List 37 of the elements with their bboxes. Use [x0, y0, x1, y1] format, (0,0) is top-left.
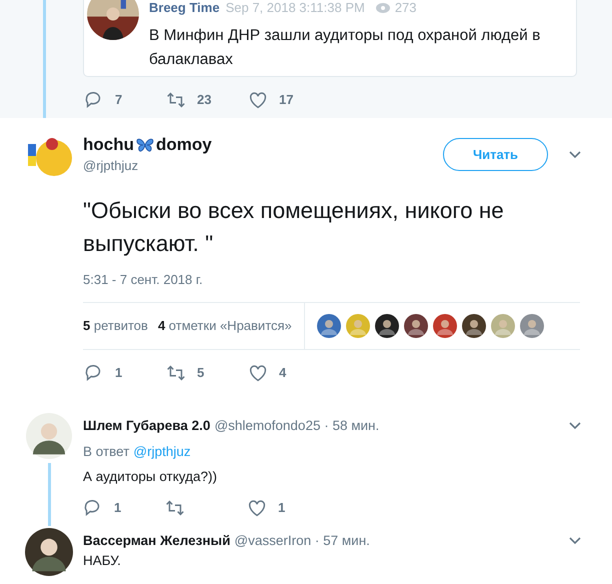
display-name[interactable]: Шлем Губарева 2.0 [83, 416, 210, 436]
reply-text: НАБУ. [83, 552, 122, 570]
reply-text: А аудиторы откуда?)) [83, 468, 218, 486]
likes-stat[interactable]: 4 отметки «Нравится» [158, 316, 292, 336]
retweet-count: 23 [197, 91, 212, 110]
chevron-down-icon[interactable] [568, 421, 582, 432]
chevron-down-icon[interactable] [568, 150, 582, 160]
liker-avatar[interactable] [404, 314, 428, 338]
like-count: 4 [279, 364, 286, 382]
handle-and-time: @shlemofondo25 · 58 мин. [214, 417, 380, 435]
tweet-text: "Обыски во всех помещениях, никого не выпускают. " [83, 197, 505, 258]
reply-count: 1 [114, 498, 122, 517]
retweet-count: 5 [197, 364, 204, 382]
author-name[interactable]: Breeg Time [149, 1, 220, 15]
quoted-tweet-text: В Минфин ДНР зашли аудиторы под охраной людей в балаклавах [149, 26, 542, 70]
user-handle[interactable]: @rjpthjuz [83, 158, 212, 174]
avatar [25, 528, 73, 576]
liker-avatar[interactable] [462, 314, 486, 338]
chevron-down-icon[interactable] [568, 536, 582, 546]
tweet-date: Sep 7, 2018 3:11:38 PM [226, 1, 365, 15]
like-count: 17 [279, 91, 294, 110]
display-name[interactable]: domoy [156, 132, 212, 158]
retweets-stat[interactable]: 5 ретвитов [83, 316, 148, 336]
eye-icon [374, 2, 391, 14]
view-count: 273 [394, 1, 417, 15]
tweet-timestamp[interactable]: 5:31 - 7 сент. 2018 г. [83, 272, 582, 288]
liker-avatar[interactable] [374, 314, 399, 338]
reply-count: 1 [115, 364, 122, 382]
display-name[interactable]: Вассерман Железный [83, 530, 230, 551]
reply-to-label: В ответ [83, 443, 130, 462]
reply-count: 7 [115, 91, 122, 110]
avatar [26, 413, 72, 459]
handle-and-time: @vasserIron · 57 мин. [234, 532, 370, 550]
butterfly-icon [136, 136, 154, 153]
quoted-tweet-card[interactable]: Breeg Time Sep 7, 2018 3:11:38 PM 273 В Минфин ДНР зашли аудиторы под охраной людей в балаклавах [83, 0, 577, 77]
like-count: 1 [278, 498, 286, 517]
display-name[interactable]: hochu [83, 132, 134, 158]
